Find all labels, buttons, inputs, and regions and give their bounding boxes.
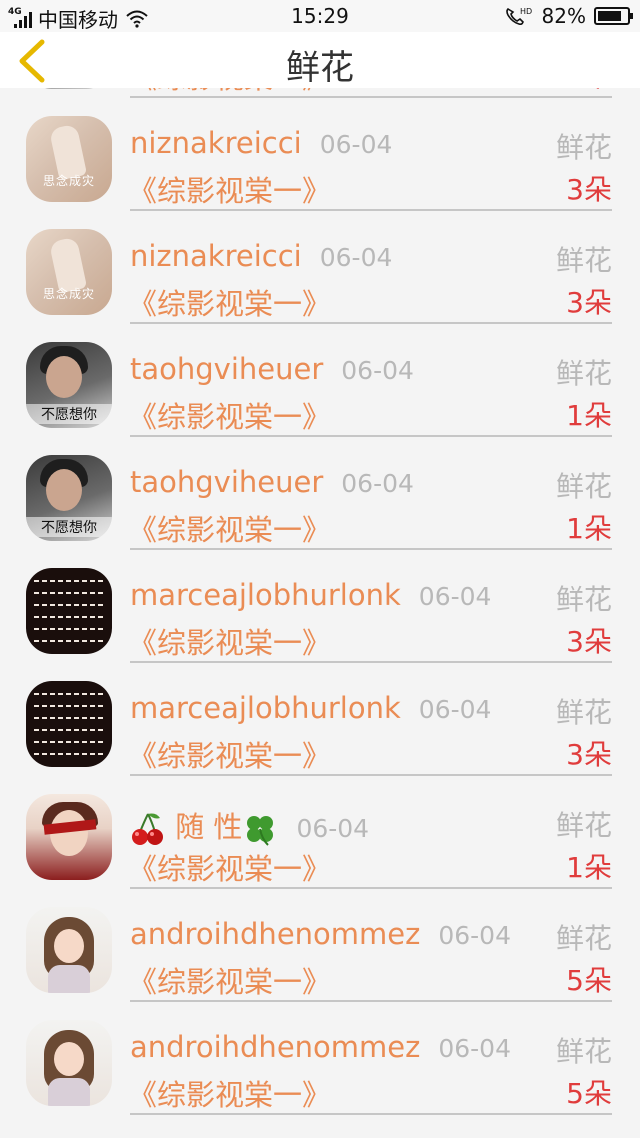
- username-text: androihdhenommez: [130, 1030, 421, 1064]
- gift-count: 3朵: [566, 738, 612, 771]
- list-item[interactable]: 随 性 06-04 《综影视棠一》 鲜花 1朵: [0, 776, 640, 889]
- book-title[interactable]: 《综影视棠一》: [128, 1072, 331, 1114]
- gift-type-label: 鲜花: [555, 809, 612, 842]
- username-text: taohgviheuer: [130, 352, 324, 386]
- book-title[interactable]: 《综影视棠一》: [128, 507, 331, 549]
- list-item[interactable]: androihdhenommez 06-04 《综影视棠一》 鲜花 5朵: [0, 889, 640, 1002]
- gift-count: 1朵: [566, 399, 612, 432]
- username-text: 随 性: [175, 810, 243, 844]
- date-text: 06-04: [341, 469, 414, 498]
- date-text: 06-04: [418, 582, 492, 611]
- avatar[interactable]: [26, 1020, 112, 1106]
- avatar[interactable]: 不愿想你: [26, 455, 112, 541]
- book-title[interactable]: 《综影视棠一》: [128, 620, 331, 662]
- avatar[interactable]: 思念成灾: [26, 229, 112, 315]
- avatar[interactable]: [26, 568, 112, 654]
- date-text: 06-04: [418, 695, 492, 724]
- date-text: 06-04: [341, 356, 414, 385]
- list-item[interactable]: 不愿想你 taohgviheuer 06-04 《综影视棠一》 鲜花 1朵: [0, 324, 640, 437]
- date-text: 06-04: [438, 921, 511, 950]
- username[interactable]: marceajlobhurlonk 06-04: [130, 578, 491, 612]
- gift-count: 3朵: [566, 173, 612, 206]
- gift-type-label: 鲜花: [555, 131, 612, 164]
- username[interactable]: marceajlobhurlonk 06-04: [130, 691, 491, 725]
- username-text: niznakreicci: [130, 239, 302, 273]
- hd-call-icon: HD: [505, 7, 532, 26]
- book-title[interactable]: 《综影视棠一》: [128, 846, 331, 888]
- page-title: 鲜花: [286, 48, 354, 88]
- username[interactable]: taohgviheuer 06-04: [130, 465, 414, 499]
- username[interactable]: niznakreicci 06-04: [130, 239, 392, 273]
- screen: 《综影视棠一》10朵思念成灾niznakreicci06-04《综影视棠一》鲜花…: [0, 0, 640, 1138]
- gift-count: 1朵: [566, 512, 612, 545]
- gift-type-label: 鲜花: [555, 583, 612, 616]
- avatar-caption: 不愿想你: [26, 404, 112, 424]
- username[interactable]: niznakreicci 06-04: [130, 126, 392, 160]
- avatar-caption: 不愿想你: [26, 517, 112, 537]
- avatar-caption: 思念成灾: [42, 174, 95, 188]
- hd-badge: HD: [520, 7, 532, 16]
- gift-count: 5朵: [566, 1077, 612, 1110]
- username[interactable]: androihdhenommez 06-04: [130, 917, 511, 951]
- gift-type-label: 鲜花: [555, 244, 612, 277]
- list-item[interactable]: 思念成灾 niznakreicci 06-04 《综影视棠一》 鲜花 3朵: [0, 98, 640, 211]
- book-title[interactable]: 《综影视棠一》: [128, 959, 331, 1001]
- list-item[interactable]: 不愿想你 taohgviheuer 06-04 《综影视棠一》 鲜花 1朵: [0, 437, 640, 550]
- username-text: niznakreicci: [130, 126, 302, 160]
- username-text: marceajlobhurlonk: [130, 691, 401, 725]
- gift-type-label: 鲜花: [555, 357, 612, 390]
- status-bar: 4G 中国移动 15:29 HD 82%: [0, 0, 640, 32]
- gift-count: 5朵: [566, 964, 612, 997]
- gift-type-label: 鲜花: [555, 1035, 612, 1068]
- list-item[interactable]: androihdhenommez 06-04 《综影视棠一》 鲜花 5朵: [0, 1002, 640, 1115]
- gift-count: 3朵: [566, 286, 612, 319]
- battery-percent: 82%: [541, 4, 586, 28]
- gift-count: 1朵: [566, 851, 612, 884]
- date-text: 06-04: [438, 1034, 511, 1063]
- username-text: marceajlobhurlonk: [130, 578, 401, 612]
- list-item[interactable]: marceajlobhurlonk 06-04 《综影视棠一》 鲜花 3朵: [0, 550, 640, 663]
- book-title[interactable]: 《综影视棠一》: [128, 281, 331, 323]
- avatar[interactable]: [26, 907, 112, 993]
- username[interactable]: 随 性 06-04: [130, 804, 369, 847]
- status-right: HD 82%: [504, 4, 633, 28]
- clover-icon: [247, 816, 274, 846]
- cherry-icon: [132, 813, 163, 845]
- book-title[interactable]: 《综影视棠一》: [128, 168, 331, 210]
- avatar[interactable]: [26, 681, 112, 767]
- gift-type-label: 鲜花: [555, 696, 612, 729]
- list-item[interactable]: marceajlobhurlonk 06-04 《综影视棠一》 鲜花 3朵: [0, 663, 640, 776]
- battery-icon: [594, 7, 633, 25]
- book-title[interactable]: 《综影视棠一》: [128, 733, 331, 775]
- date-text: 06-04: [319, 243, 393, 272]
- gift-count: 3朵: [566, 625, 612, 658]
- avatar[interactable]: 不愿想你: [26, 342, 112, 428]
- username-text: taohgviheuer: [130, 465, 324, 499]
- username[interactable]: androihdhenommez 06-04: [130, 1030, 511, 1064]
- list-item[interactable]: 思念成灾 niznakreicci 06-04 《综影视棠一》 鲜花 3朵: [0, 211, 640, 324]
- avatar[interactable]: [26, 794, 112, 880]
- gift-type-label: 鲜花: [555, 470, 612, 503]
- avatar-caption: 思念成灾: [42, 287, 95, 301]
- nav-bar: 鲜花: [0, 32, 640, 88]
- username[interactable]: taohgviheuer 06-04: [130, 352, 414, 386]
- divider: [130, 1113, 612, 1115]
- date-text: 06-04: [296, 814, 370, 843]
- avatar[interactable]: 思念成灾: [26, 116, 112, 202]
- gift-type-label: 鲜花: [555, 922, 612, 955]
- book-title[interactable]: 《综影视棠一》: [128, 394, 331, 436]
- username-text: androihdhenommez: [130, 917, 421, 951]
- date-text: 06-04: [319, 130, 393, 159]
